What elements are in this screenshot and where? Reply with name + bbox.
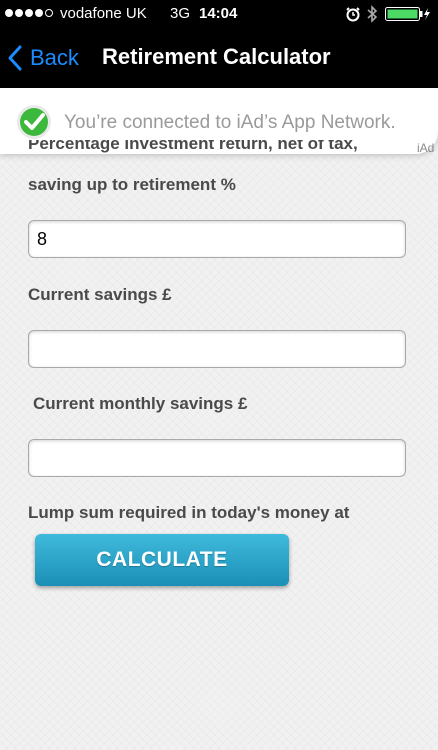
carrier-name: vodafone UK — [60, 5, 147, 22]
lump-sum-label: Lump sum required in today's money at — [28, 503, 350, 522]
return-rate-input[interactable] — [28, 220, 406, 258]
top-bar: vodafone UK 3G 14:04 Back Retirement Cal… — [0, 0, 438, 88]
return-label-partial: Percentage investment return, net of tax… — [28, 140, 358, 153]
calculate-button[interactable]: CALCULATE — [35, 534, 289, 586]
signal-strength-icon — [5, 9, 53, 17]
battery-charging-icon — [385, 7, 431, 25]
return-label: saving up to retirement % — [28, 175, 236, 194]
back-label: Back — [30, 45, 79, 70]
checkmark-icon — [16, 104, 52, 145]
bluetooth-icon — [366, 5, 378, 27]
current-savings-input[interactable] — [28, 330, 406, 368]
page-title: Retirement Calculator — [102, 44, 331, 69]
iad-message: You’re connected to iAd’s App Network. — [64, 112, 396, 133]
status-bar: vodafone UK 3G 14:04 — [0, 0, 438, 28]
navigation-bar: Back Retirement Calculator — [0, 28, 438, 88]
chevron-left-icon — [8, 45, 22, 71]
current-savings-label: Current savings £ — [28, 285, 172, 304]
alarm-icon — [345, 6, 361, 26]
monthly-savings-input[interactable] — [28, 439, 406, 477]
iad-tag: iAd — [417, 141, 435, 155]
monthly-savings-label: Current monthly savings £ — [33, 394, 248, 413]
back-button[interactable]: Back — [8, 42, 79, 74]
network-type: 3G — [170, 5, 191, 22]
status-time: 14:04 — [199, 5, 238, 22]
